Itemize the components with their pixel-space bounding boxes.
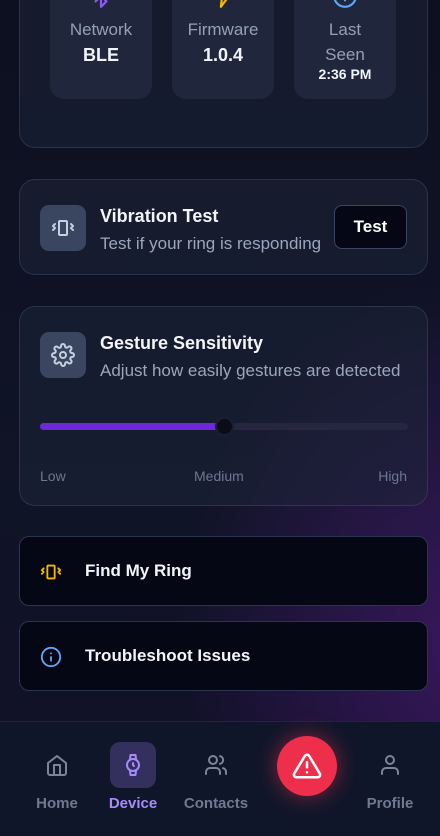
test-button[interactable]: Test [334, 205, 407, 249]
nav-label: Contacts [183, 795, 249, 812]
slider-label-medium: Medium [194, 468, 244, 484]
stat-firmware: Firmware 1.0.4 [172, 0, 274, 99]
stat-last-seen: Last Seen 2:36 PM [294, 0, 396, 99]
find-my-ring-button[interactable]: Find My Ring [19, 536, 428, 606]
stat-value: 2:36 PM [318, 66, 372, 82]
home-icon [34, 742, 80, 788]
sensitivity-slider[interactable] [40, 417, 408, 436]
bluetooth-icon [50, 0, 152, 9]
vibration-subtitle: Test if your ring is responding [100, 234, 322, 253]
stat-network: Network BLE [50, 0, 152, 99]
stat-label: Firmware [187, 20, 259, 39]
find-my-ring-label: Find My Ring [85, 561, 192, 580]
stat-label: Network [69, 20, 133, 39]
vibration-icon [40, 205, 86, 251]
slider-label-low: Low [40, 468, 66, 484]
gesture-subtitle: Adjust how easily gestures are detected [100, 361, 401, 380]
vibration-icon [40, 561, 62, 583]
nav-label: Home [36, 795, 78, 812]
info-icon [294, 0, 396, 9]
nav-label: Profile [366, 795, 414, 812]
alert-triangle-icon [292, 753, 322, 779]
troubleshoot-label: Troubleshoot Issues [85, 646, 251, 665]
gesture-title: Gesture Sensitivity [100, 333, 264, 353]
bottom-nav: Home Device Contacts Profile [0, 721, 440, 836]
slider-fill [40, 423, 224, 430]
user-icon [367, 742, 413, 788]
gear-icon [40, 332, 86, 378]
users-icon [193, 742, 239, 788]
vibration-test-card: Vibration Test Test if your ring is resp… [19, 179, 428, 275]
stat-value: BLE [83, 45, 119, 65]
watch-icon [110, 742, 156, 788]
device-stats-card: Network BLE Firmware 1.0.4 Last Seen 2:3… [19, 0, 428, 148]
sos-button[interactable] [277, 736, 337, 796]
stat-value: 1.0.4 [202, 45, 244, 65]
troubleshoot-button[interactable]: Troubleshoot Issues [19, 621, 428, 691]
slider-thumb[interactable] [214, 417, 234, 436]
nav-label: Device [108, 795, 158, 812]
gesture-sensitivity-card: Gesture Sensitivity Adjust how easily ge… [19, 306, 428, 506]
nav-item-device[interactable]: Device [93, 742, 173, 812]
nav-item-profile[interactable]: Profile [350, 742, 430, 812]
info-icon [40, 646, 62, 668]
slider-label-high: High [378, 468, 407, 484]
lightning-icon [172, 0, 274, 9]
vibration-title: Vibration Test [100, 206, 219, 226]
nav-item-contacts[interactable]: Contacts [176, 742, 256, 812]
nav-item-home[interactable]: Home [17, 742, 97, 812]
stat-label: Last Seen [325, 20, 365, 64]
